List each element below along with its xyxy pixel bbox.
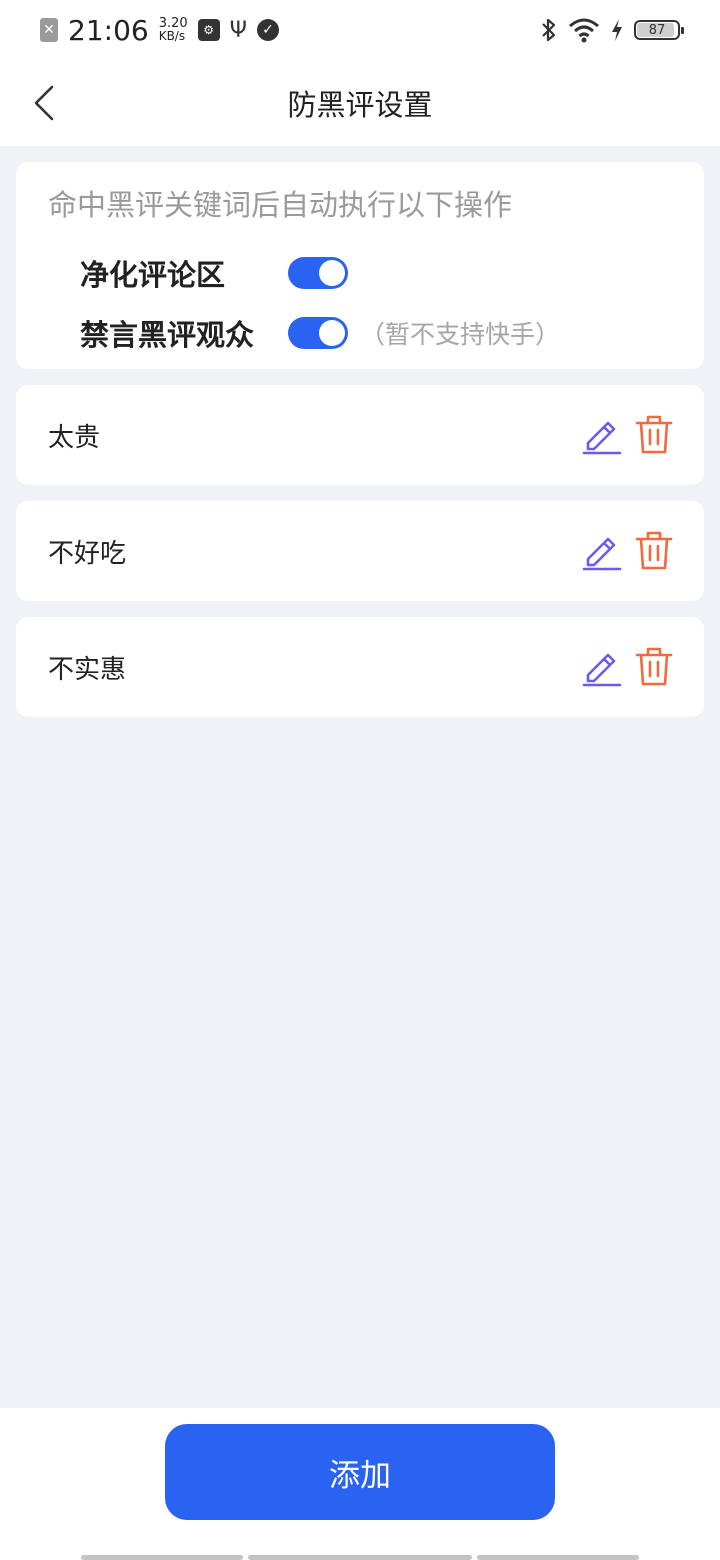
option-note: （暂不支持快手）	[360, 320, 561, 349]
keyword-row: 不好吃	[16, 501, 704, 601]
option-label: 净化评论区	[80, 258, 226, 292]
toggle-knob	[319, 260, 345, 286]
status-time: 21:06	[68, 13, 149, 47]
toggle-knob	[319, 320, 345, 346]
keyword-text: 不实惠	[48, 654, 127, 685]
delete-icon[interactable]	[634, 413, 674, 455]
nav-bar: 防黑评设置	[0, 60, 720, 146]
mute-viewers-toggle[interactable]	[288, 317, 348, 349]
edit-icon[interactable]	[582, 531, 622, 571]
gesture-bar-segment	[248, 1555, 472, 1560]
keyword-row: 不实惠	[16, 617, 704, 717]
option-label: 禁言黑评观众	[80, 318, 255, 352]
add-keyword-button[interactable]: 添加	[165, 1424, 555, 1520]
purify-comments-toggle[interactable]	[288, 257, 348, 289]
keyword-text: 不好吃	[48, 538, 127, 569]
status-left: ✕ 21:06 3.20 KB/s ⚙ Ψ ✓	[40, 14, 279, 47]
bluetooth-icon	[542, 18, 556, 42]
keyword-text: 太贵	[48, 422, 101, 453]
network-speed-unit: KB/s	[158, 29, 186, 43]
gesture-bar-segment	[477, 1555, 639, 1560]
page-title: 防黑评设置	[287, 88, 433, 122]
wifi-icon	[569, 18, 599, 43]
network-speed: 3.20 KB/s	[158, 17, 188, 43]
battery-icon: 87	[634, 20, 684, 40]
delete-icon[interactable]	[634, 645, 674, 687]
usb-icon: Ψ	[229, 17, 247, 43]
bottom-action-bar: 添加	[0, 1408, 720, 1560]
gesture-bar-segment	[81, 1555, 243, 1560]
option-purify-comments: 净化评论区	[80, 252, 348, 294]
settings-description: 命中黑评关键词后自动执行以下操作	[48, 188, 513, 222]
no-sim-icon: ✕	[40, 18, 58, 42]
status-bar: ✕ 21:06 3.20 KB/s ⚙ Ψ ✓ 87	[0, 0, 720, 60]
option-mute-viewers: 禁言黑评观众 （暂不支持快手）	[80, 312, 560, 354]
edit-icon[interactable]	[582, 647, 622, 687]
status-right: 87	[540, 17, 684, 43]
charging-icon	[612, 19, 622, 41]
keyword-row: 太贵	[16, 385, 704, 485]
usb-debug-icon: ⚙	[197, 19, 220, 41]
edit-icon[interactable]	[582, 415, 622, 455]
settings-card: 命中黑评关键词后自动执行以下操作 净化评论区 禁言黑评观众 （暂不支持快手）	[16, 162, 704, 369]
check-circle-icon: ✓	[256, 19, 279, 41]
delete-icon[interactable]	[634, 529, 674, 571]
battery-level: 87	[648, 22, 666, 38]
